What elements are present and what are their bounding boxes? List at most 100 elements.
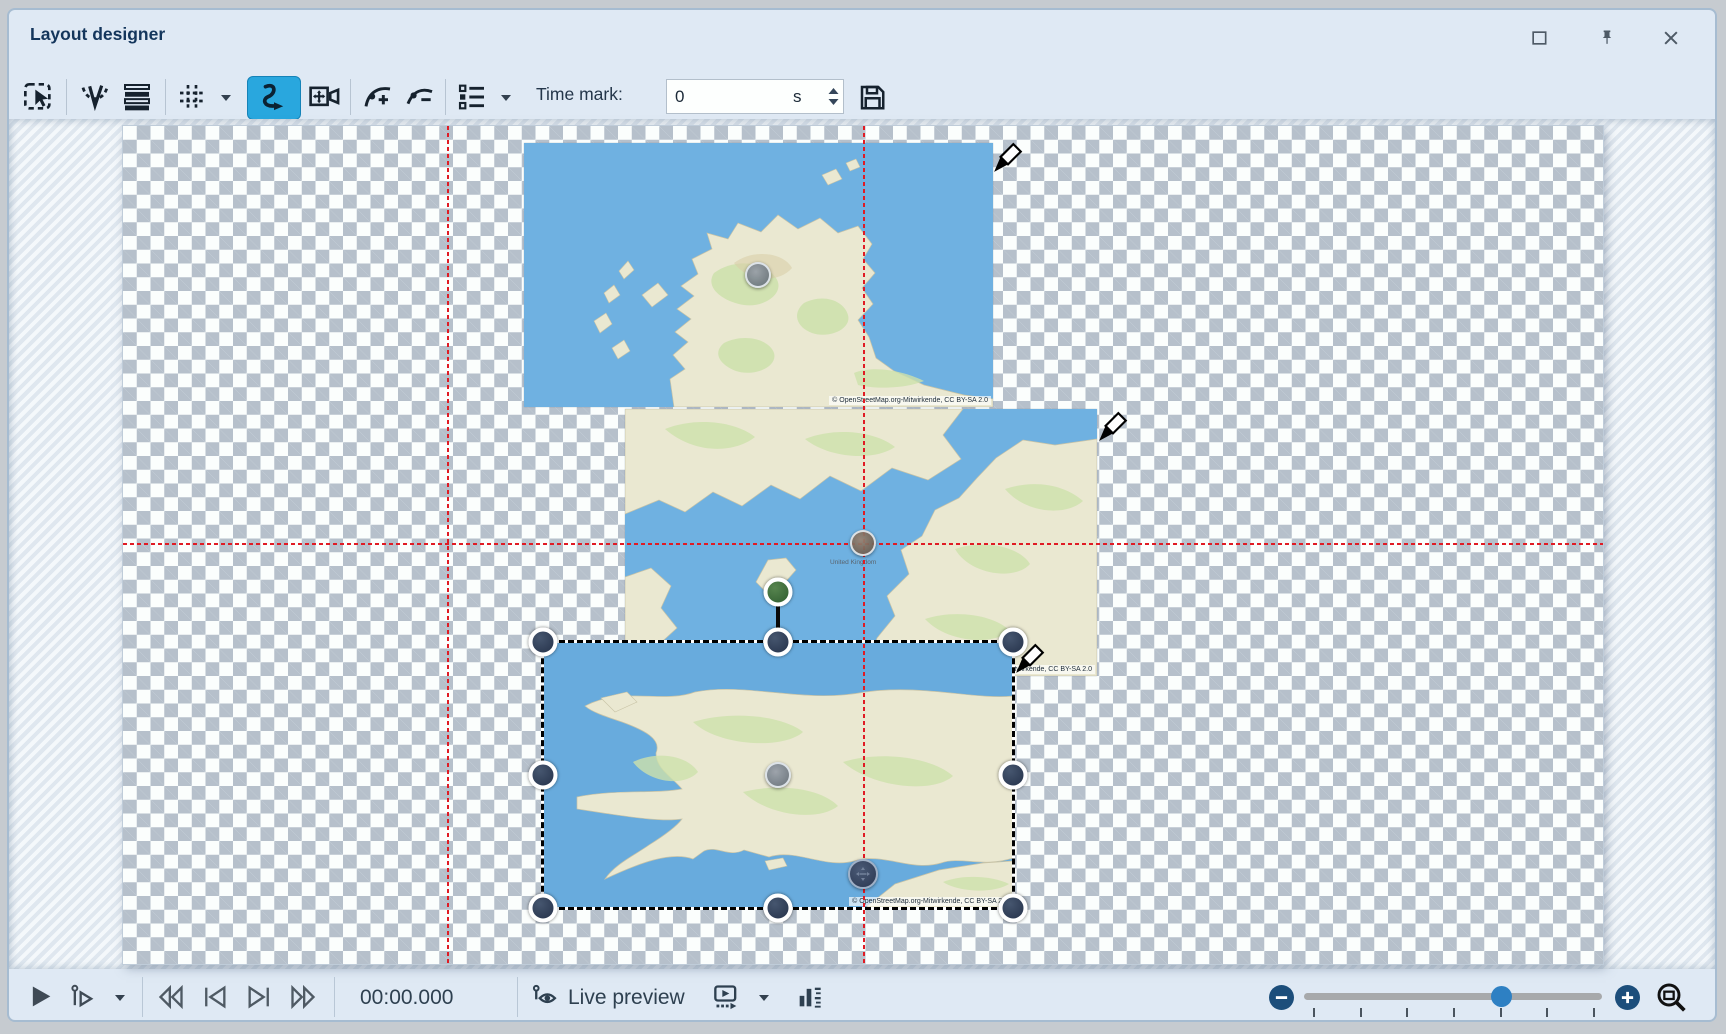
minus-icon	[1274, 990, 1289, 1005]
paintbrush-icon	[1097, 411, 1129, 443]
zoom-tick	[1406, 1008, 1408, 1017]
maximize-icon	[1529, 28, 1549, 48]
transport-separator	[517, 977, 518, 1017]
toolbar-separator	[350, 79, 351, 115]
grid-dropdown[interactable]	[213, 76, 239, 118]
preview-window-icon	[712, 983, 742, 1011]
point-minus-icon	[404, 81, 436, 113]
move-position-marker[interactable]	[848, 859, 878, 889]
timeline-stats-button[interactable]	[792, 981, 826, 1013]
chevron-down-icon	[219, 91, 233, 103]
map-country-label: United Kingdom	[830, 559, 876, 566]
skip-to-start-button[interactable]	[198, 981, 232, 1013]
rotation-handle[interactable]	[764, 578, 793, 607]
show-key-points-button[interactable]	[74, 76, 116, 118]
select-tool-button[interactable]	[16, 76, 60, 118]
layers-button[interactable]	[116, 76, 158, 118]
preview-options-dropdown[interactable]	[752, 981, 776, 1013]
toolbar-separator	[165, 79, 166, 115]
chevron-down-icon	[757, 991, 771, 1003]
paintbrush-icon	[992, 142, 1024, 174]
play-options-dropdown[interactable]	[108, 981, 132, 1013]
resize-handle-bottom-left[interactable]	[529, 894, 558, 923]
preview-window-button[interactable]	[710, 981, 744, 1013]
transport-separator	[142, 977, 143, 1017]
resize-handle-bottom-right[interactable]	[999, 894, 1028, 923]
grid-icon	[176, 81, 208, 113]
time-mark-field[interactable]: s	[666, 79, 844, 114]
grid-button[interactable]	[172, 76, 212, 118]
skip-end-icon	[245, 983, 273, 1011]
resize-handle-middle-left[interactable]	[529, 761, 558, 790]
zoom-tick	[1453, 1008, 1455, 1017]
play-button[interactable]	[24, 981, 58, 1013]
zoom-tick	[1500, 1008, 1502, 1017]
pan-camera-icon	[308, 81, 342, 113]
list-icon	[456, 81, 488, 113]
time-mark-spinner[interactable]	[827, 86, 840, 108]
fast-forward-icon	[289, 983, 317, 1011]
point-plus-icon	[362, 81, 394, 113]
timestamp: 00:00.000	[360, 986, 453, 1010]
magnifier-fit-icon	[1655, 981, 1687, 1013]
play-from-marker-icon	[69, 983, 97, 1011]
add-key-point-button[interactable]	[358, 76, 398, 118]
chevron-down-icon	[113, 991, 127, 1003]
fast-forward-button[interactable]	[286, 981, 320, 1013]
close-button[interactable]	[1656, 24, 1686, 52]
bars-icon	[795, 983, 823, 1011]
resize-handle-top-left[interactable]	[529, 628, 558, 657]
plus-icon	[1620, 990, 1635, 1005]
key-point-marker[interactable]	[765, 762, 791, 788]
live-preview-toggle[interactable]	[528, 981, 562, 1013]
zoom-slider-thumb[interactable]	[1491, 986, 1512, 1007]
layers-icon	[121, 81, 153, 113]
save-button[interactable]	[852, 76, 892, 118]
resize-handle-bottom-center[interactable]	[764, 894, 793, 923]
remove-key-point-button[interactable]	[401, 76, 439, 118]
toolbar-separator	[445, 79, 446, 115]
resize-handle-top-right[interactable]	[999, 628, 1028, 657]
zoom-slider-track[interactable]	[1304, 993, 1602, 1000]
transport-separator	[334, 977, 335, 1017]
window-title: Layout designer	[30, 24, 165, 45]
toolbar-separator	[66, 79, 67, 115]
time-mark-label: Time mark:	[536, 84, 623, 105]
map-attribution: © OpenStreetMap.org-Mitwirkende, CC BY-S…	[829, 396, 991, 405]
zoom-tick	[1313, 1008, 1315, 1017]
key-point-list-dropdown[interactable]	[493, 76, 519, 118]
skip-to-end-button[interactable]	[242, 981, 276, 1013]
zoom-out-button[interactable]	[1269, 985, 1294, 1010]
resize-handle-top-center[interactable]	[764, 628, 793, 657]
play-icon	[27, 983, 55, 1011]
chevron-down-icon	[499, 91, 513, 103]
skip-start-icon	[201, 983, 229, 1011]
play-from-marker-button[interactable]	[66, 981, 100, 1013]
zoom-in-button[interactable]	[1615, 985, 1640, 1010]
key-points-curve-icon	[79, 81, 111, 113]
key-point-list-button[interactable]	[453, 76, 491, 118]
time-mark-input[interactable]	[667, 86, 787, 108]
close-icon	[1661, 28, 1681, 48]
smooth-curve-icon	[257, 81, 291, 115]
vertical-guide-line	[447, 126, 449, 964]
rewind-button[interactable]	[154, 981, 188, 1013]
resize-handle-middle-right[interactable]	[999, 761, 1028, 790]
pin-icon	[1597, 28, 1617, 48]
pan-zoom-camera-button[interactable]	[304, 76, 346, 118]
live-preview-label: Live preview	[568, 986, 685, 1010]
maximize-button[interactable]	[1524, 24, 1554, 52]
zoom-tick	[1593, 1008, 1595, 1017]
select-tool-icon	[22, 81, 54, 113]
live-preview-eye-icon	[531, 983, 559, 1011]
zoom-to-fit-button[interactable]	[1654, 981, 1688, 1013]
smooth-path-button[interactable]	[247, 76, 301, 120]
time-mark-unit: s	[793, 87, 802, 107]
move-arrows-icon	[855, 866, 871, 882]
save-icon	[857, 82, 887, 112]
zoom-tick	[1360, 1008, 1362, 1017]
key-point-marker-active[interactable]	[850, 530, 876, 556]
zoom-tick	[1546, 1008, 1548, 1017]
pin-button[interactable]	[1592, 24, 1622, 52]
key-point-marker[interactable]	[745, 262, 771, 288]
